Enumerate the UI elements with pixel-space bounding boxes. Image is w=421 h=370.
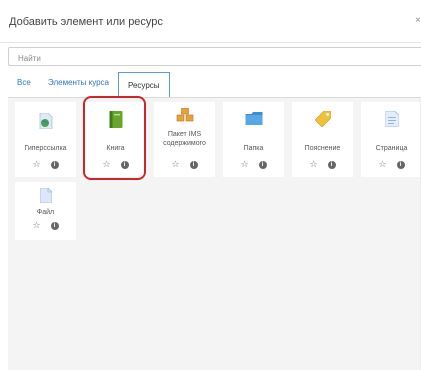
star-icon[interactable]: ☆ bbox=[32, 159, 40, 170]
file-icon bbox=[39, 188, 52, 203]
tile-actions: ☆ i bbox=[15, 159, 76, 169]
info-icon[interactable]: i bbox=[189, 161, 198, 169]
tab-bar: Все Элементы курса Ресурсы bbox=[8, 72, 421, 98]
tile-actions: ☆ i bbox=[154, 159, 215, 169]
star-icon[interactable]: ☆ bbox=[309, 159, 317, 170]
dialog-header: Добавить элемент или ресурс × bbox=[0, 0, 421, 43]
folder-icon bbox=[245, 112, 262, 125]
tile-actions: ☆ i bbox=[15, 220, 76, 230]
tag-icon bbox=[314, 111, 331, 127]
search-box bbox=[8, 47, 421, 67]
resource-label: Файл bbox=[36, 209, 55, 216]
resource-grid: Гиперссылка ☆ i Книга ☆ i Пакет IMS содерж… bbox=[8, 98, 421, 370]
resource-label: Страница bbox=[375, 145, 408, 152]
star-icon[interactable]: ☆ bbox=[32, 220, 40, 231]
resource-label: Пакет IMS содержимого bbox=[163, 131, 206, 147]
star-icon[interactable]: ☆ bbox=[240, 159, 248, 170]
resource-label: Гиперссылка bbox=[24, 145, 67, 152]
resource-tile-url[interactable]: Гиперссылка ☆ i bbox=[15, 102, 76, 177]
dialog-title: Добавить элемент или ресурс bbox=[9, 16, 163, 28]
ims-package-icon bbox=[176, 108, 193, 122]
resource-tile-ims[interactable]: Пакет IMS содержимого ☆ i bbox=[154, 102, 215, 177]
star-icon[interactable]: ☆ bbox=[378, 159, 386, 170]
info-icon[interactable]: i bbox=[50, 222, 59, 230]
tile-actions: ☆ i bbox=[361, 159, 421, 169]
info-icon[interactable]: i bbox=[50, 161, 59, 169]
resource-tile-file[interactable]: Файл ☆ i bbox=[15, 182, 76, 240]
page-icon bbox=[385, 111, 398, 127]
tab-resources[interactable]: Ресурсы bbox=[118, 72, 170, 97]
tab-activities[interactable]: Элементы курса bbox=[48, 77, 109, 89]
resource-label: Пояснение bbox=[304, 145, 341, 152]
resource-label: Папка bbox=[243, 145, 264, 152]
resource-tile-folder[interactable]: Папка ☆ i bbox=[223, 102, 284, 177]
globe-link-icon bbox=[39, 113, 52, 129]
tile-actions: ☆ i bbox=[292, 159, 353, 169]
tile-actions: ☆ i bbox=[223, 159, 284, 169]
search-input[interactable] bbox=[9, 50, 421, 67]
tab-all[interactable]: Все bbox=[17, 77, 31, 89]
star-icon[interactable]: ☆ bbox=[171, 159, 179, 170]
book-highlight-marker bbox=[83, 96, 146, 180]
resource-tile-label[interactable]: Пояснение ☆ i bbox=[292, 102, 353, 177]
resource-tile-page[interactable]: Страница ☆ i bbox=[361, 102, 421, 177]
info-icon[interactable]: i bbox=[327, 161, 336, 169]
info-icon[interactable]: i bbox=[396, 161, 405, 169]
info-icon[interactable]: i bbox=[258, 161, 267, 169]
close-icon[interactable]: × bbox=[415, 15, 421, 27]
